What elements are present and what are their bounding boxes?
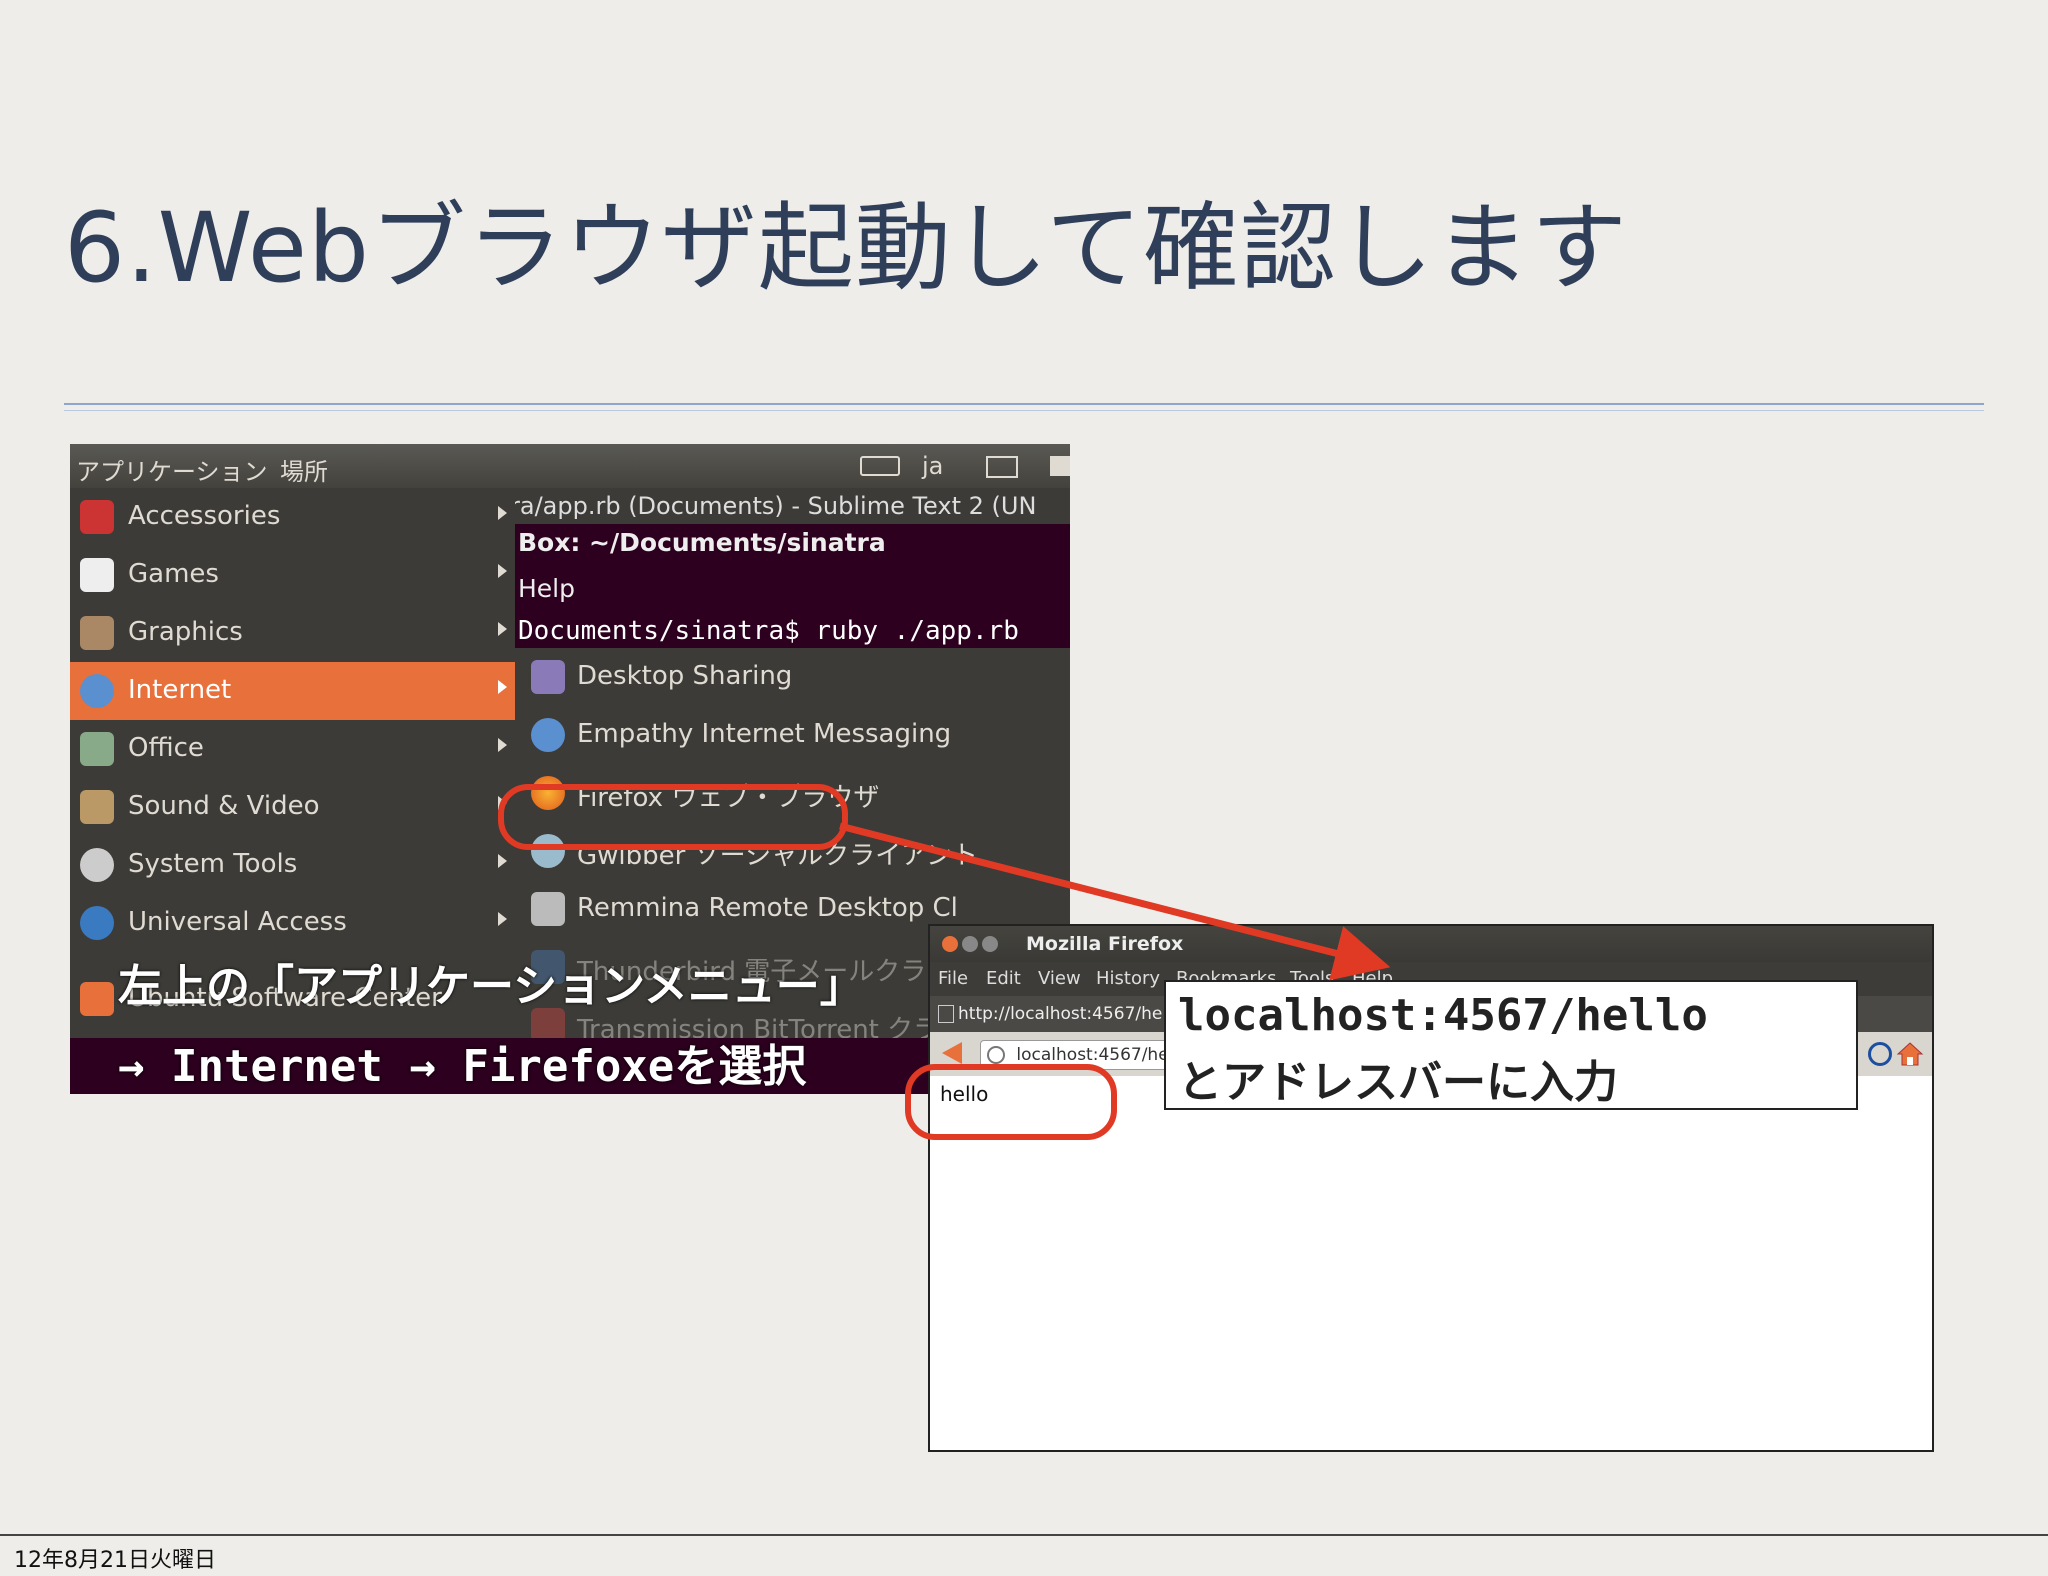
footer-date: 12年8月21日火曜日 — [14, 1548, 216, 1573]
footer-divider — [0, 1534, 2048, 1536]
red-arrow — [839, 822, 1391, 981]
